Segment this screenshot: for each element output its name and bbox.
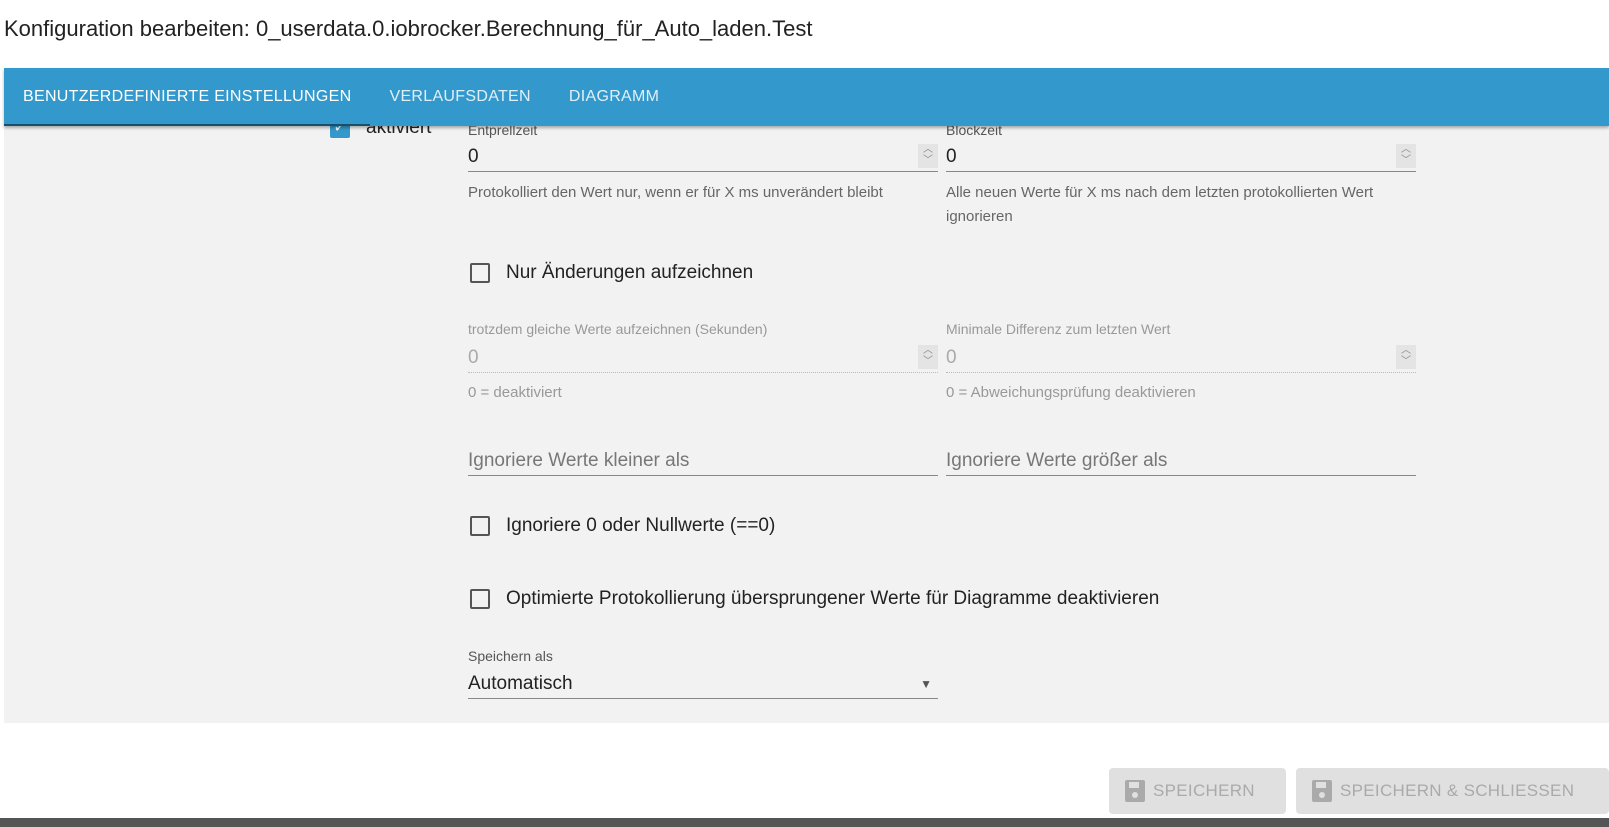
ignore-below-input[interactable]: Ignoriere Werte kleiner als [468, 446, 938, 476]
enabled-label: aktiviert [366, 126, 432, 138]
disable-skipped-checkbox[interactable] [470, 589, 490, 609]
debounce-input[interactable]: 0 ︿ ﹀ [468, 142, 938, 172]
storage-type-value: Automatisch [468, 673, 573, 694]
storage-type-label: Speichern als [468, 648, 553, 664]
debounce-value: 0 [468, 146, 479, 167]
save-button-label: SPEICHERN [1153, 781, 1255, 800]
blocktime-label: Blockzeit [946, 126, 1003, 138]
ignore-below-placeholder: Ignoriere Werte kleiner als [468, 450, 690, 471]
dropdown-arrow-icon: ▼ [920, 677, 932, 691]
blocktime-value: 0 [946, 146, 957, 167]
debounce-label: Entprellzeit [468, 126, 538, 138]
save-button[interactable]: SPEICHERN [1109, 768, 1286, 814]
changes-relog-label: trotzdem gleiche Werte aufzeichnen (Seku… [468, 321, 768, 337]
changes-relog-value: 0 [468, 347, 479, 368]
tab-bar: BENUTZERDEFINIERTE EINSTELLUNGEN VERLAUF… [4, 68, 1609, 126]
blocktime-help: Alle neuen Werte für X ms nach dem letzt… [946, 184, 1374, 225]
changes-relog-input[interactable]: 0 ︿ ﹀ [468, 343, 938, 373]
storage-type-select[interactable]: Automatisch ▼ [468, 669, 938, 699]
background-strip [0, 818, 1609, 827]
tab-chart[interactable]: DIAGRAMM [550, 68, 678, 126]
changes-only-label: Nur Änderungen aufzeichnen [506, 262, 754, 283]
tab-history-data[interactable]: VERLAUFSDATEN [370, 68, 549, 126]
dialog-title: Konfiguration bearbeiten: 0_userdata.0.i… [4, 16, 813, 41]
min-delta-help: 0 = Abweichungsprüfung deaktivieren [946, 384, 1196, 401]
tab-custom-settings[interactable]: BENUTZERDEFINIERTE EINSTELLUNGEN [4, 68, 371, 126]
save-close-button-label: SPEICHERN & SCHLIESSEN [1340, 781, 1575, 800]
debounce-help: Protokolliert den Wert nur, wenn er für … [468, 184, 883, 201]
min-delta-label: Minimale Differenz zum letzten Wert [946, 321, 1171, 337]
ignore-zero-label: Ignoriere 0 oder Nullwerte (==0) [506, 515, 776, 536]
blocktime-input[interactable]: 0 ︿ ﹀ [946, 142, 1416, 172]
spinner-icon[interactable]: ︿ ﹀ [918, 144, 938, 168]
ignore-above-placeholder: Ignoriere Werte größer als [946, 450, 1168, 471]
min-delta-input[interactable]: 0 ︿ ﹀ [946, 343, 1416, 373]
spinner-icon: ︿ ﹀ [1396, 345, 1416, 369]
ignore-zero-checkbox[interactable] [470, 516, 490, 536]
save-icon [1312, 780, 1332, 802]
enabled-checkbox[interactable]: ✓ [330, 126, 350, 138]
settings-panel: ✓ aktiviert Entprellzeit 0 ︿ ﹀ Protokollie… [4, 126, 1609, 723]
disable-skipped-label: Optimierte Protokollierung übersprungene… [506, 588, 1160, 609]
save-close-button[interactable]: SPEICHERN & SCHLIESSEN [1296, 768, 1609, 814]
save-icon [1125, 780, 1145, 802]
min-delta-value: 0 [946, 347, 957, 368]
changes-relog-help: 0 = deaktiviert [468, 384, 562, 401]
changes-only-checkbox[interactable] [470, 263, 490, 283]
spinner-icon: ︿ ﹀ [918, 345, 938, 369]
ignore-above-input[interactable]: Ignoriere Werte größer als [946, 446, 1416, 476]
spinner-icon[interactable]: ︿ ﹀ [1396, 144, 1416, 168]
